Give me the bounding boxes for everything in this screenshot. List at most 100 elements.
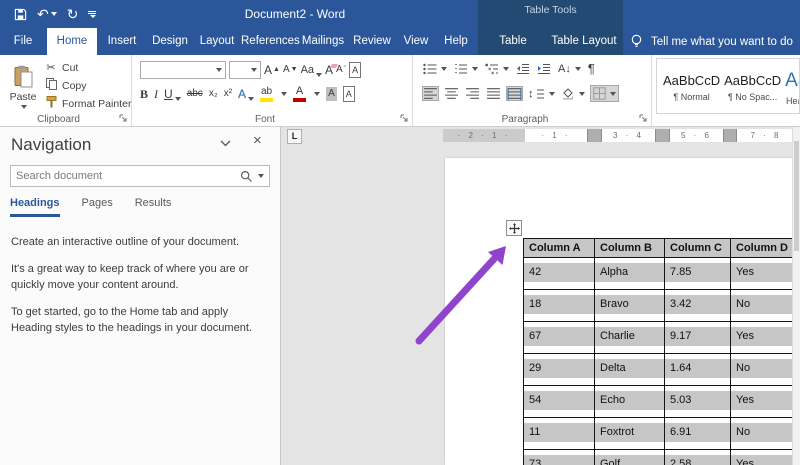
cut-button[interactable]: ✂ Cut xyxy=(44,60,131,75)
vertical-scrollbar[interactable] xyxy=(792,127,800,465)
align-right-button[interactable] xyxy=(465,87,480,100)
highlight-dropdown-caret[interactable] xyxy=(281,92,288,96)
nav-tab-headings[interactable]: Headings xyxy=(10,197,60,217)
table-cell[interactable]: No xyxy=(731,418,795,450)
table-cell[interactable]: Yes xyxy=(731,450,795,465)
tab-insert[interactable]: Insert xyxy=(99,28,145,55)
tab-layout[interactable]: Layout xyxy=(195,28,239,55)
phonetic-guide-button[interactable]: Aˇ xyxy=(336,63,346,77)
tab-mailings[interactable]: Mailings xyxy=(299,28,347,55)
font-color-button[interactable]: A xyxy=(293,86,307,102)
table-cell[interactable]: 3.42 xyxy=(665,290,731,322)
enclose-characters-button[interactable]: A xyxy=(349,62,362,78)
table-cell[interactable]: Delta xyxy=(595,354,665,386)
redo-button[interactable]: ↻ xyxy=(67,7,79,21)
numbering-button[interactable] xyxy=(454,63,478,75)
highlight-color-button[interactable]: ab xyxy=(260,86,274,102)
table-cell[interactable]: Bravo xyxy=(595,290,665,322)
font-color-dropdown-caret[interactable] xyxy=(314,92,321,96)
table-cell[interactable]: Golf xyxy=(595,450,665,465)
show-hide-paragraph-marks-button[interactable]: ¶ xyxy=(588,61,595,76)
table-cell[interactable]: 9.17 xyxy=(665,322,731,354)
table-cell[interactable]: Alpha xyxy=(595,258,665,290)
table-cell[interactable]: 54 xyxy=(524,386,595,418)
bold-button[interactable]: B xyxy=(140,87,148,101)
table-header-cell[interactable]: Column C xyxy=(665,239,731,258)
ruler-column-marker[interactable] xyxy=(655,129,670,142)
document-table[interactable]: Column A Column B Column C Column D 42 Alpha 7… xyxy=(523,238,795,465)
table-cell[interactable]: 11 xyxy=(524,418,595,450)
tab-stop-selector[interactable]: L xyxy=(287,129,302,144)
undo-button[interactable]: ↶ xyxy=(37,7,57,21)
horizontal-ruler[interactable]: · 2 · 1 · · 1 · 3 · 4 5 · 6 7 · 8 xyxy=(443,129,795,142)
tab-table-design[interactable]: Table Design xyxy=(480,28,546,74)
table-cell[interactable]: 6.91 xyxy=(665,418,731,450)
table-cell[interactable]: Yes xyxy=(731,386,795,418)
character-shading-button[interactable]: A xyxy=(326,87,337,101)
table-header-cell[interactable]: Column A xyxy=(524,239,595,258)
table-cell[interactable]: 18 xyxy=(524,290,595,322)
sort-button[interactable]: A↓ xyxy=(558,62,581,76)
align-left-button[interactable] xyxy=(422,86,439,101)
paste-dropdown-caret[interactable] xyxy=(21,105,27,109)
font-dialog-launcher[interactable] xyxy=(400,114,409,123)
table-cell[interactable]: No xyxy=(731,354,795,386)
copy-button[interactable]: Copy xyxy=(44,78,131,93)
multilevel-list-button[interactable] xyxy=(485,63,509,75)
scrollbar-thumb[interactable] xyxy=(794,141,799,251)
tab-table-layout[interactable]: Table Layout xyxy=(550,28,618,55)
decrease-indent-button[interactable] xyxy=(516,63,530,75)
ruler-segment[interactable]: · 1 · xyxy=(525,129,587,142)
table-cell[interactable]: 29 xyxy=(524,354,595,386)
table-cell[interactable]: Yes xyxy=(731,322,795,354)
tab-help[interactable]: Help xyxy=(437,28,475,55)
align-center-button[interactable] xyxy=(444,87,459,100)
table-move-handle[interactable] xyxy=(506,220,522,236)
italic-button[interactable]: I xyxy=(154,87,158,101)
tab-review[interactable]: Review xyxy=(349,28,395,55)
superscript-button[interactable]: x² xyxy=(224,87,232,101)
ruler-column-marker[interactable] xyxy=(587,129,602,142)
ruler-column-marker[interactable] xyxy=(723,129,737,142)
table-cell[interactable]: 42 xyxy=(524,258,595,290)
format-painter-button[interactable]: Format Painter xyxy=(44,96,131,111)
bullets-button[interactable] xyxy=(423,63,447,75)
strikethrough-button[interactable]: abc xyxy=(187,87,203,101)
tab-home[interactable]: Home xyxy=(47,28,97,55)
style-heading1[interactable]: Aa Head xyxy=(785,64,799,111)
clear-formatting-button[interactable]: A xyxy=(325,63,338,77)
subscript-button[interactable]: x₂ xyxy=(209,87,218,101)
tab-file[interactable]: File xyxy=(2,28,44,55)
shading-button[interactable] xyxy=(561,87,585,100)
search-options-caret[interactable] xyxy=(258,174,264,178)
table-cell[interactable]: 5.03 xyxy=(665,386,731,418)
distribute-button[interactable] xyxy=(506,86,523,101)
search-input[interactable] xyxy=(16,170,240,182)
ruler-segment[interactable]: 5 · 6 xyxy=(670,129,723,142)
table-cell[interactable]: 7.85 xyxy=(665,258,731,290)
undo-dropdown-caret[interactable] xyxy=(50,12,57,16)
search-icon[interactable] xyxy=(240,170,253,183)
table-header-cell[interactable]: Column B xyxy=(595,239,665,258)
table-cell[interactable]: Charlie xyxy=(595,322,665,354)
table-header-cell[interactable]: Column D xyxy=(731,239,795,258)
ruler-segment[interactable]: · 2 · 1 · xyxy=(443,129,525,142)
tab-view[interactable]: View xyxy=(397,28,435,55)
ruler-segment[interactable]: 7 · 8 xyxy=(737,129,795,142)
paragraph-dialog-launcher[interactable] xyxy=(639,114,648,123)
table-cell[interactable]: No xyxy=(731,290,795,322)
table-cell[interactable]: 67 xyxy=(524,322,595,354)
table-cell[interactable]: 73 xyxy=(524,450,595,465)
table-cell[interactable]: Yes xyxy=(731,258,795,290)
font-name-combobox[interactable] xyxy=(140,61,226,79)
tab-design[interactable]: Design xyxy=(147,28,193,55)
nav-tab-results[interactable]: Results xyxy=(135,197,172,217)
clipboard-dialog-launcher[interactable] xyxy=(119,114,128,123)
paste-button[interactable]: Paste xyxy=(5,59,41,115)
underline-button[interactable]: U xyxy=(164,87,181,101)
customize-qat-button[interactable] xyxy=(88,10,97,18)
table-cell[interactable]: Foxtrot xyxy=(595,418,665,450)
text-effects-button[interactable]: A xyxy=(238,87,255,101)
tell-me-box[interactable]: Tell me what you want to do xyxy=(630,28,793,55)
close-icon[interactable]: × xyxy=(253,132,262,149)
